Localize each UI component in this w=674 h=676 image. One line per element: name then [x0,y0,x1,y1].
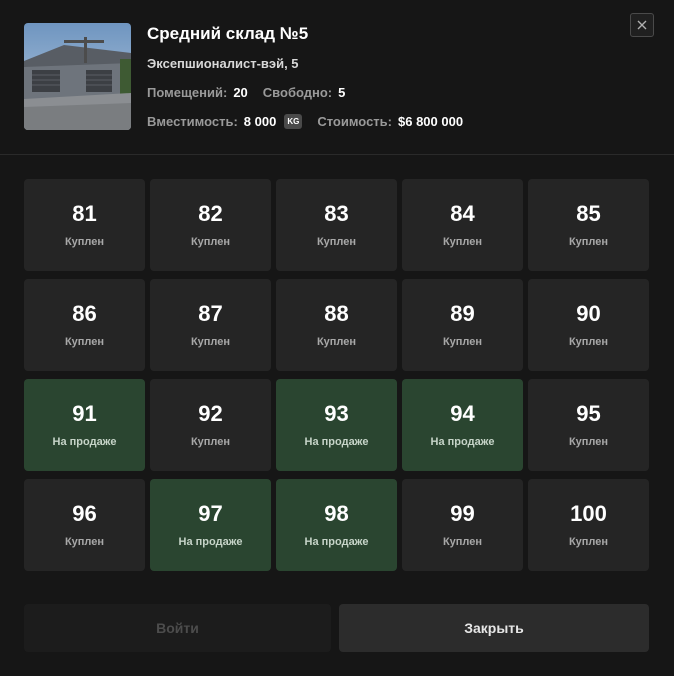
unit-cell[interactable]: 91 На продаже [24,379,145,471]
unit-status: На продаже [178,536,243,548]
unit-status: Куплен [442,236,483,248]
unit-status: Куплен [568,536,609,548]
unit-number: 81 [72,201,97,226]
unit-cell[interactable]: 96 Куплен [24,479,145,571]
unit-cell[interactable]: 88 Куплен [276,279,397,371]
warehouse-header: Средний склад №5 Эксепшионалист-вэй, 5 П… [0,0,674,155]
unit-number: 99 [450,501,475,526]
warehouse-address: Эксепшионалист-вэй, 5 [147,56,299,71]
unit-status: На продаже [430,436,495,448]
unit-status: Куплен [316,336,357,348]
unit-cell[interactable]: 93 На продаже [276,379,397,471]
unit-status: Куплен [442,536,483,548]
unit-status: На продаже [52,436,117,448]
unit-cell[interactable]: 98 На продаже [276,479,397,571]
unit-number: 87 [198,301,223,326]
unit-number: 100 [570,501,607,526]
unit-cell[interactable]: 87 Куплен [150,279,271,371]
unit-number: 95 [576,401,601,426]
rooms-label: Помещений: [147,85,228,100]
unit-number: 89 [450,301,475,326]
free-label: Свободно: [262,85,333,100]
unit-number: 91 [72,401,97,426]
enter-button[interactable]: Войти [24,604,331,652]
close-button[interactable]: Закрыть [339,604,649,652]
unit-cell[interactable]: 85 Куплен [528,179,649,271]
unit-cell[interactable]: 99 Куплен [402,479,523,571]
unit-status: На продаже [304,436,369,448]
unit-number: 90 [576,301,601,326]
unit-number: 96 [72,501,97,526]
warehouse-photo [24,23,131,130]
unit-cell[interactable]: 90 Куплен [528,279,649,371]
unit-cell[interactable]: 92 Куплен [150,379,271,471]
free-value: 5 [338,85,346,100]
unit-number: 88 [324,301,349,326]
unit-cell[interactable]: 94 На продаже [402,379,523,471]
close-button-top[interactable] [630,13,654,37]
close-icon [637,20,647,30]
unit-status: Куплен [190,236,231,248]
warehouse-stats-row: Помещений: 20 Свободно: 5 [147,85,345,100]
unit-cell[interactable]: 81 Куплен [24,179,145,271]
unit-number: 86 [72,301,97,326]
unit-status: Куплен [568,236,609,248]
capacity-label: Вместимость: [147,114,238,129]
unit-status: Куплен [316,236,357,248]
rooms-value: 20 [233,85,248,100]
unit-status: Куплен [190,436,231,448]
cost-label: Стоимость: [317,114,392,129]
unit-status: Куплен [568,336,609,348]
unit-cell[interactable]: 84 Куплен [402,179,523,271]
warehouse-capacity-row: Вместимость: 8 000 KG Стоимость: $6 800 … [147,114,463,129]
unit-cell[interactable]: 83 Куплен [276,179,397,271]
unit-status: Куплен [190,336,231,348]
cost-value: $6 800 000 [398,114,464,129]
unit-number: 84 [450,201,475,226]
unit-cell[interactable]: 97 На продаже [150,479,271,571]
unit-number: 83 [324,201,349,226]
unit-number: 93 [324,401,349,426]
unit-status: Куплен [568,436,609,448]
unit-number: 85 [576,201,601,226]
warehouse-title: Средний склад №5 [147,24,309,43]
unit-number: 82 [198,201,223,226]
unit-cell[interactable]: 100 Куплен [528,479,649,571]
unit-status: Куплен [64,536,105,548]
unit-number: 92 [198,401,223,426]
capacity-value: 8 000 [243,114,277,129]
unit-number: 97 [198,501,223,526]
unit-status: На продаже [304,536,369,548]
capacity-unit-badge: KG [284,114,303,129]
unit-number: 98 [324,501,349,526]
unit-status: Куплен [64,236,105,248]
unit-cell[interactable]: 95 Куплен [528,379,649,471]
unit-cell[interactable]: 86 Куплен [24,279,145,371]
unit-grid: 81 Куплен 82 Куплен 83 Куплен 84 Куплен 85 Куплен… [24,179,650,571]
unit-cell[interactable]: 82 Куплен [150,179,271,271]
unit-number: 94 [450,401,475,426]
unit-cell[interactable]: 89 Куплен [402,279,523,371]
unit-status: Куплен [64,336,105,348]
unit-status: Куплен [442,336,483,348]
